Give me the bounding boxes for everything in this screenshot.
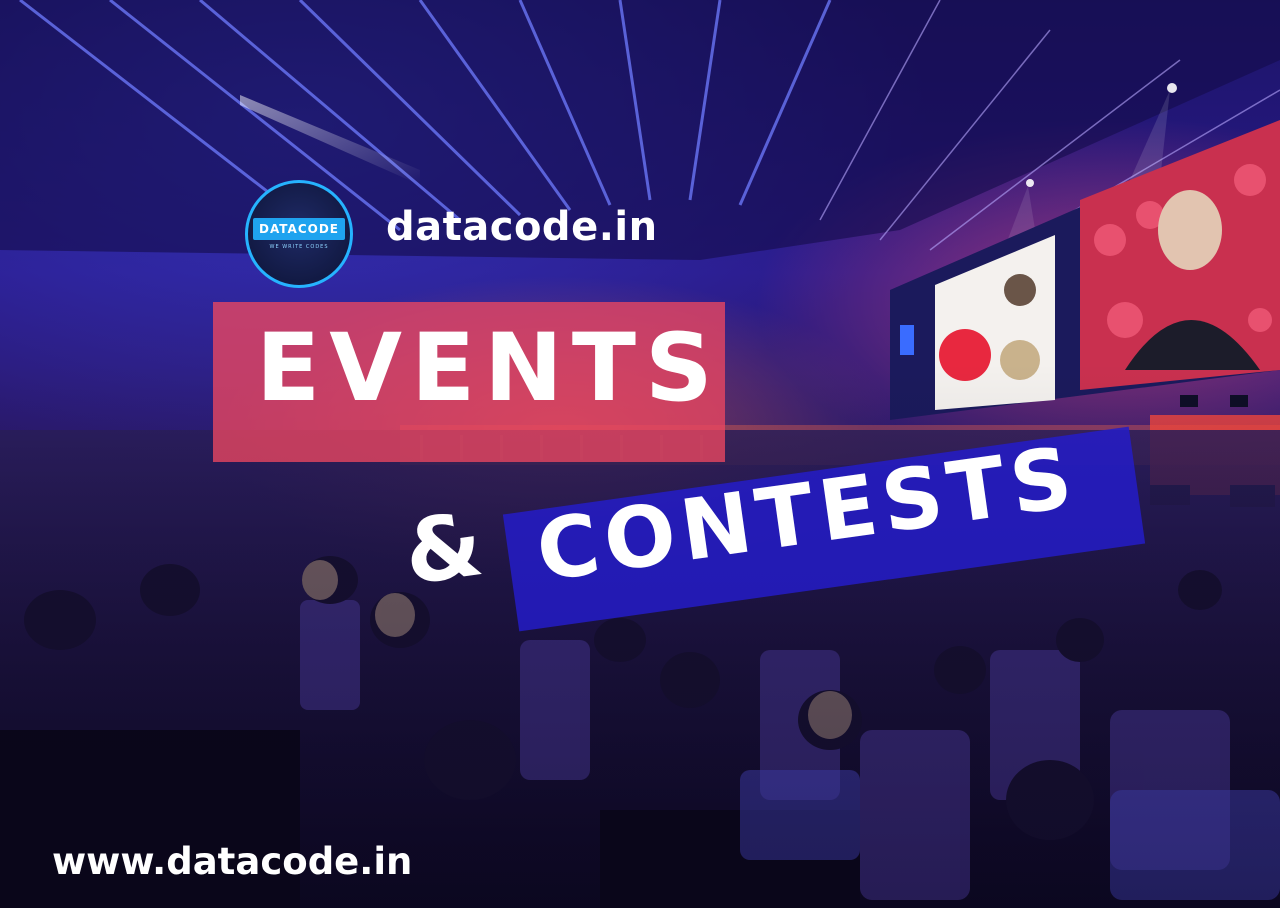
site-url-bottom: www.datacode.in [52,840,413,883]
logo-badge-text: DATACODE [252,218,346,240]
datacode-logo-icon: DATACODE WE WRITE CODES [245,180,353,288]
headline-events: EVENTS [256,314,722,423]
events-banner: DATACODE WE WRITE CODES datacode.in EVEN… [0,0,1280,908]
headline-ampersand: & [398,492,489,605]
stage-screen-graphic [890,120,1280,420]
site-name-top: datacode.in [386,204,658,250]
logo-tagline: WE WRITE CODES [269,244,329,250]
